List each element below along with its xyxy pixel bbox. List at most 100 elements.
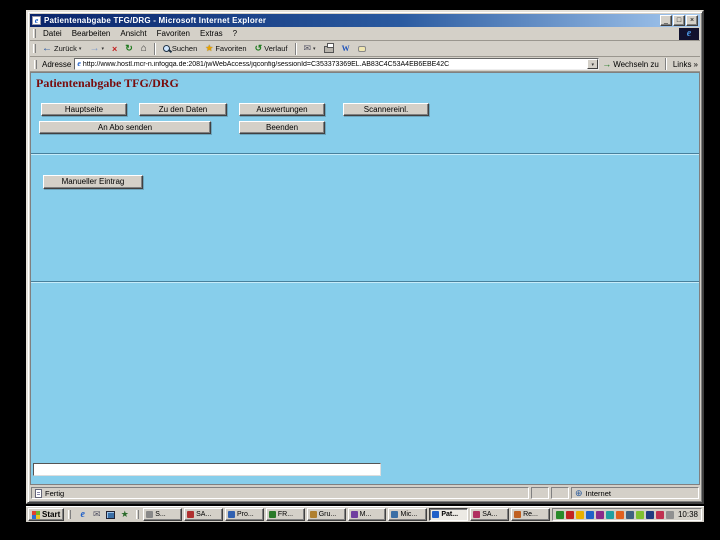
window-controls: _ □ × [660, 15, 698, 26]
tray-icon[interactable] [635, 510, 644, 519]
menu-favoriten[interactable]: Favoriten [152, 29, 195, 38]
search-button[interactable]: Suchen [159, 42, 201, 56]
refresh-button[interactable]: ↻ [121, 42, 137, 56]
go-button[interactable]: → Wechseln zu [602, 59, 659, 69]
tray-icon[interactable] [575, 510, 584, 519]
title-bar[interactable]: e Patientenabgabe TFG/DRG - Microsoft In… [30, 14, 700, 27]
forward-icon: → [89, 42, 100, 54]
task-button[interactable]: Re... [511, 508, 550, 521]
task-icon [432, 511, 440, 518]
show-desktop-icon[interactable] [105, 509, 116, 520]
discuss-button[interactable] [354, 42, 370, 56]
task-icon [350, 511, 358, 518]
task-button[interactable]: S... [143, 508, 183, 521]
links-chevron-icon[interactable]: » [694, 60, 698, 69]
tray-icon[interactable] [605, 510, 614, 519]
manueller-eintrag-button[interactable]: Manueller Eintrag [43, 175, 143, 189]
tray-icon[interactable] [645, 510, 654, 519]
tray-icon[interactable] [615, 510, 624, 519]
back-dropdown-icon[interactable]: ▾ [79, 46, 82, 52]
tray-icon[interactable] [655, 510, 664, 519]
task-label: S... [155, 511, 166, 518]
print-button[interactable] [320, 42, 338, 56]
task-label: Re... [523, 511, 538, 518]
address-input[interactable]: e http://www.hostl.mcr-n.infogqa.de:2081… [74, 58, 600, 70]
close-button[interactable]: × [686, 15, 698, 26]
tray-icon[interactable] [665, 510, 674, 519]
menu-hilfe[interactable]: ? [228, 29, 242, 38]
frame-divider [31, 153, 699, 155]
page-icon: e [77, 59, 81, 68]
task-button[interactable]: M... [347, 508, 387, 521]
outlook-quicklaunch-icon[interactable]: ✉ [91, 509, 102, 520]
task-icon [268, 511, 276, 518]
stop-icon: × [111, 43, 118, 54]
ie-window-icon: e [32, 16, 41, 25]
task-button[interactable]: Gru... [306, 508, 346, 521]
tray-icon[interactable] [585, 510, 594, 519]
tray-icon[interactable] [625, 510, 634, 519]
ie-quicklaunch-icon[interactable]: e [77, 509, 88, 520]
task-button[interactable]: FR... [265, 508, 305, 521]
forward-dropdown-icon[interactable]: ▾ [101, 46, 104, 52]
history-button[interactable]: ↺ Verlauf [251, 42, 292, 56]
an-abo-senden-button[interactable]: An Abo senden [39, 121, 211, 134]
quicklaunch-grip[interactable] [68, 510, 72, 519]
back-button[interactable]: ← Zurück ▾ [38, 42, 85, 56]
task-button[interactable]: Pro... [224, 508, 264, 521]
entry-input[interactable] [33, 463, 381, 476]
tray-icon[interactable] [565, 510, 574, 519]
start-button[interactable]: Start [28, 508, 65, 521]
links-bar[interactable]: Links » [673, 60, 698, 69]
taskbar-clock[interactable]: 10:38 [676, 510, 698, 519]
hauptseite-button[interactable]: Hauptseite [41, 103, 127, 116]
status-spare-pane [551, 487, 569, 499]
status-text: Fertig [45, 488, 65, 498]
task-button[interactable]: Pat... [429, 508, 469, 521]
channels-quicklaunch-icon[interactable]: ★ [119, 509, 130, 520]
beenden-button[interactable]: Beenden [239, 121, 325, 134]
toolbar-separator [153, 42, 156, 55]
home-button[interactable]: ⌂ [137, 42, 151, 56]
ie-logo-icon: e [686, 27, 692, 39]
maximize-button[interactable]: □ [673, 15, 685, 26]
menu-extras[interactable]: Extras [195, 29, 228, 38]
go-label: Wechseln zu [613, 59, 659, 69]
history-icon: ↺ [254, 43, 263, 53]
task-button[interactable]: Mic... [388, 508, 428, 521]
tray-icon[interactable] [555, 510, 564, 519]
tray-icon[interactable] [595, 510, 604, 519]
task-list: S... SA... Pro... FR... Gru... M... Mic.… [143, 508, 550, 521]
desktop-screen-icon [106, 510, 116, 519]
forward-button[interactable]: → ▾ [85, 42, 108, 56]
auswertungen-button[interactable]: Auswertungen [239, 103, 325, 116]
toolbar-grip[interactable] [33, 44, 36, 53]
task-label: Pat... [441, 511, 459, 518]
scannereinl-button[interactable]: Scannereinl. [343, 103, 429, 116]
stop-button[interactable]: × [108, 42, 121, 56]
discuss-icon [357, 45, 366, 52]
task-button[interactable]: SA... [184, 508, 223, 521]
menubar-grip[interactable] [33, 29, 36, 38]
zone-text: Internet [585, 488, 611, 498]
search-label: Suchen [171, 44, 198, 53]
frame-divider [31, 281, 699, 283]
task-button[interactable]: SA... [470, 508, 510, 521]
mail-dropdown-icon[interactable]: ▾ [313, 46, 316, 52]
status-message-pane: Fertig [31, 487, 529, 499]
menu-datei[interactable]: Datei [38, 29, 67, 38]
menu-ansicht[interactable]: Ansicht [115, 29, 151, 38]
favorites-button[interactable]: ★ Favoriten [201, 42, 250, 56]
tasklist-grip[interactable] [136, 510, 140, 519]
edit-button[interactable]: W [338, 42, 354, 56]
menu-bearbeiten[interactable]: Bearbeiten [67, 29, 116, 38]
mail-button[interactable]: ✉ ▾ [300, 42, 320, 56]
minimize-button[interactable]: _ [660, 15, 672, 26]
address-url[interactable]: http://www.hostl.mcr-n.infogqa.de:2081/j… [83, 61, 585, 68]
toolbar-separator [294, 42, 297, 55]
addressbar-grip[interactable] [34, 59, 37, 69]
zu-den-daten-button[interactable]: Zu den Daten [139, 103, 227, 116]
address-label: Adresse [42, 59, 72, 69]
address-dropdown-button[interactable]: ▾ [587, 59, 599, 69]
address-bar: Adresse e http://www.hostl.mcr-n.infogqa… [30, 57, 700, 72]
